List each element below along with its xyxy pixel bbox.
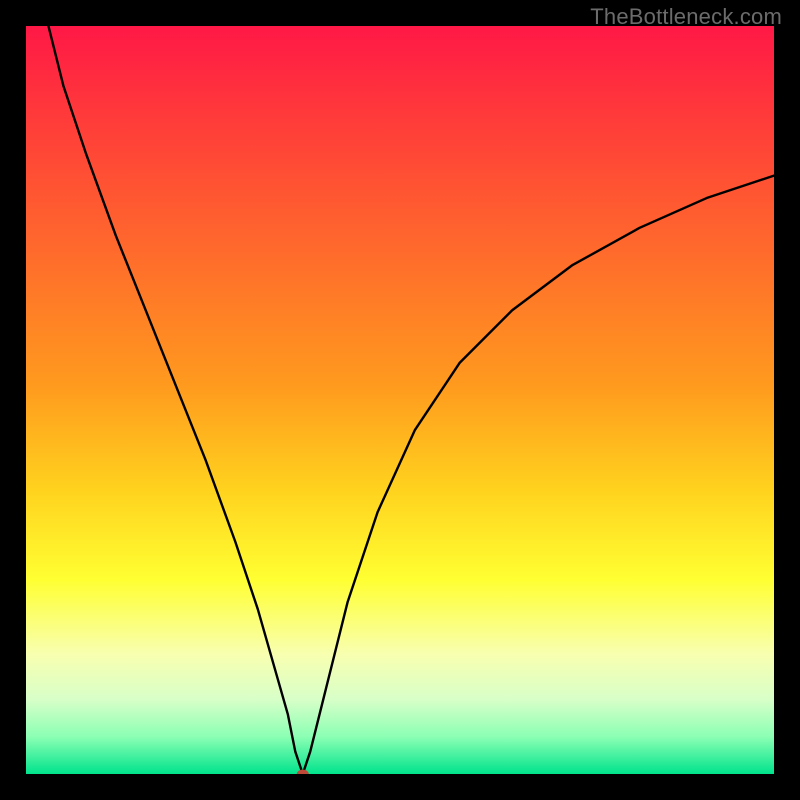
watermark-text: TheBottleneck.com bbox=[590, 4, 782, 30]
chart-frame: TheBottleneck.com bbox=[0, 0, 800, 800]
plot-area bbox=[26, 26, 774, 774]
bottleneck-chart bbox=[26, 26, 774, 774]
gradient-background bbox=[26, 26, 774, 774]
